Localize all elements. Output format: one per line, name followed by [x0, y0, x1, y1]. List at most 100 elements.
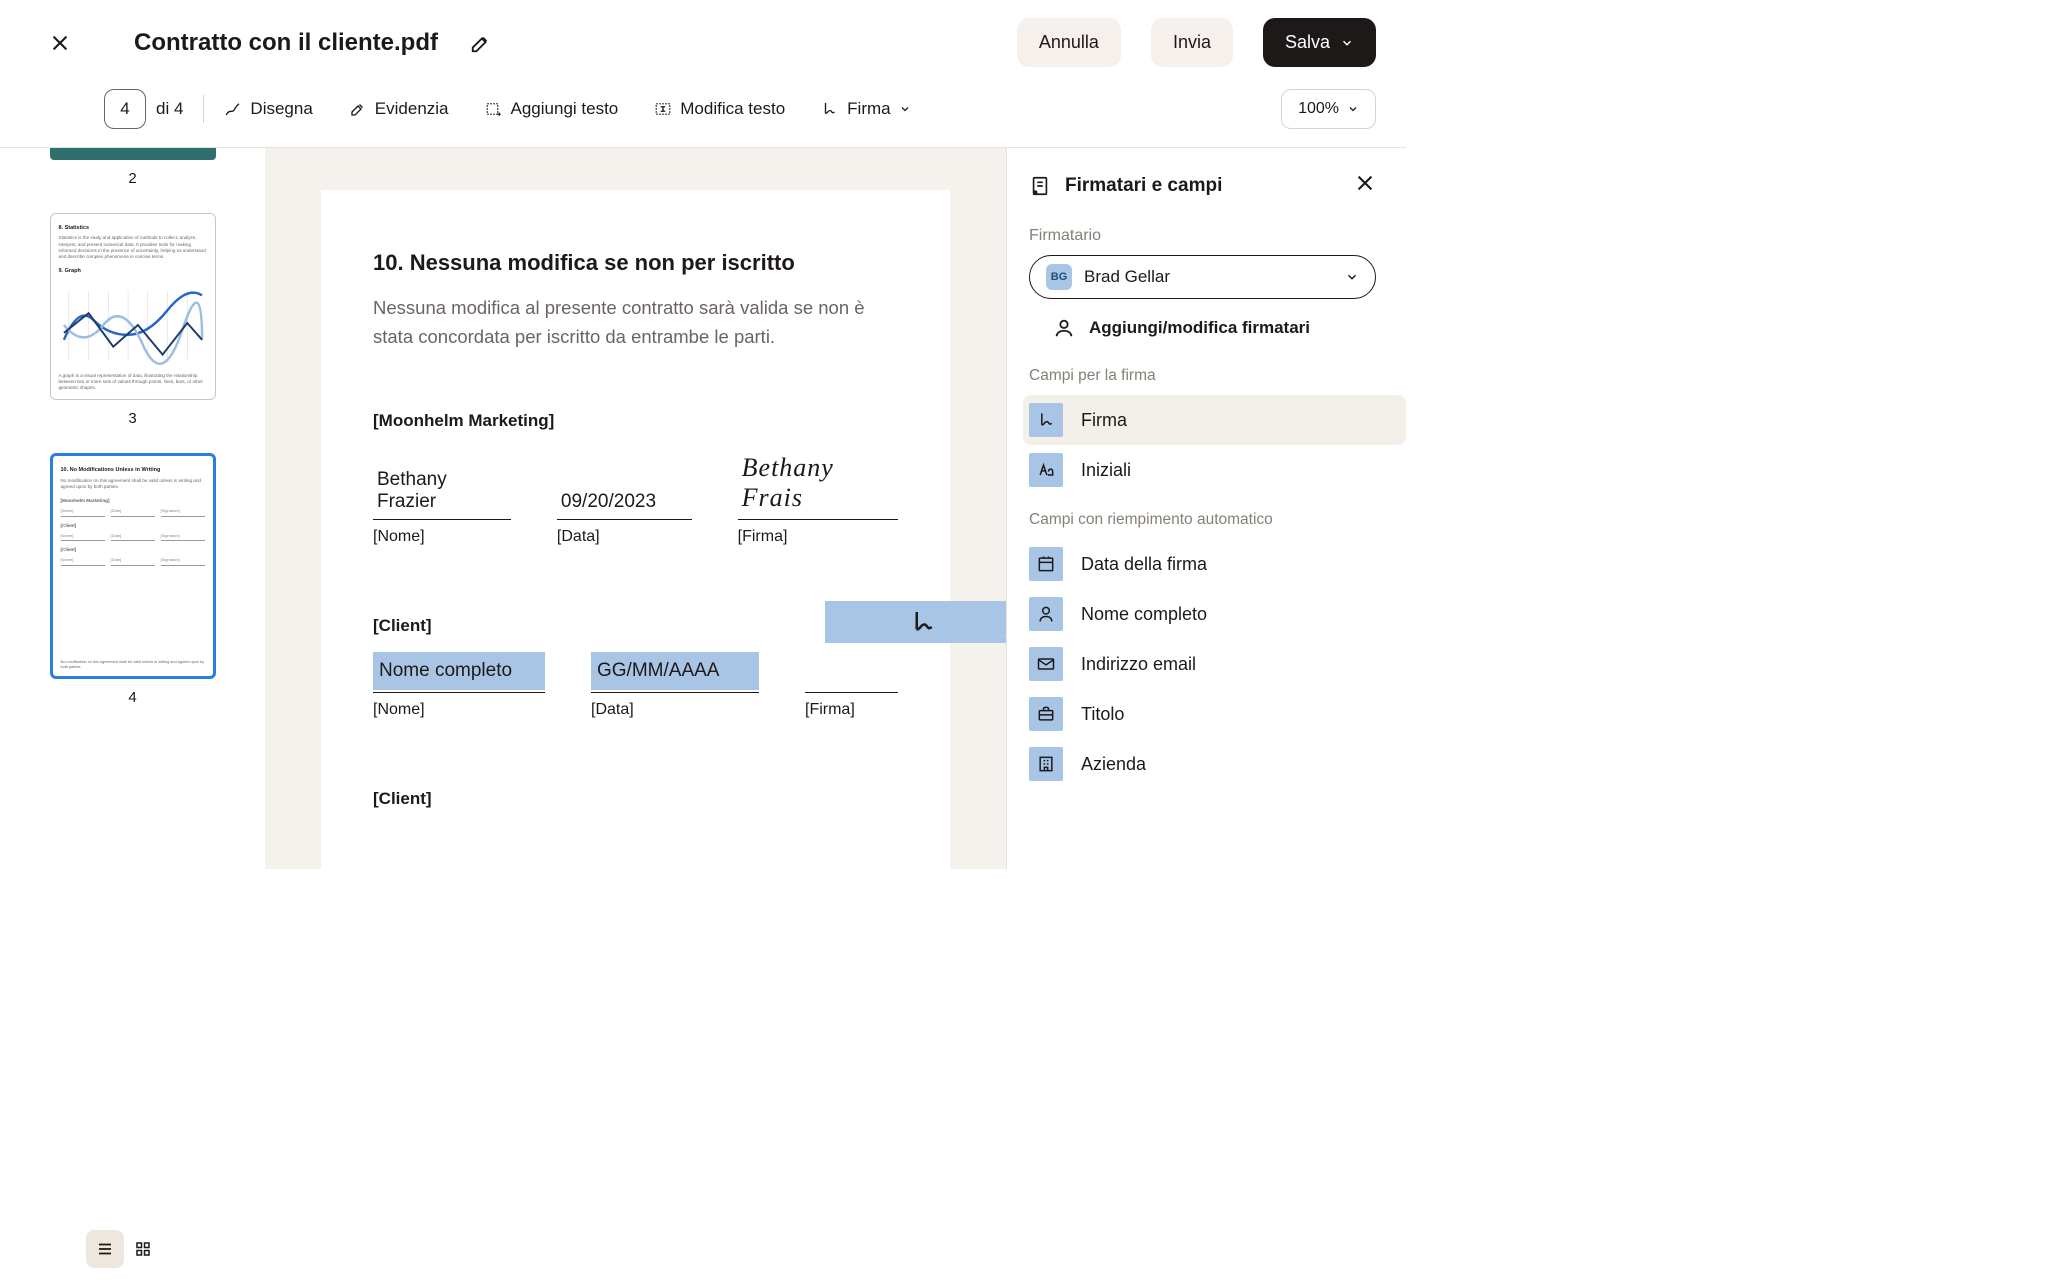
panel-close-button[interactable]	[1354, 172, 1376, 199]
document-title: Contratto con il cliente.pdf	[134, 29, 438, 57]
tool-sign[interactable]: Firma	[821, 99, 910, 119]
tool-sign-label: Firma	[847, 99, 890, 119]
thumb-text: No modification on this agreement shall …	[61, 478, 205, 490]
calendar-icon	[1029, 547, 1063, 581]
panel-title: Firmatari e campi	[1065, 175, 1340, 197]
tool-draw-label: Disegna	[250, 99, 312, 119]
party-label: [Moonhelm Marketing]	[373, 411, 898, 431]
chevron-down-icon	[899, 103, 911, 115]
field-label-name: [Nome]	[373, 528, 511, 546]
field-label-signature: [Firma]	[738, 528, 898, 546]
thumb-footer: No modification on this agreement shall …	[61, 660, 205, 670]
zoom-dropdown[interactable]: 100%	[1281, 89, 1376, 129]
field-company[interactable]: Azienda	[1029, 739, 1376, 789]
send-button[interactable]: Invia	[1151, 18, 1233, 67]
thumbnail-number: 3	[34, 410, 231, 427]
signer2-signature-field[interactable]	[825, 601, 1006, 643]
thumb-graph-icon	[59, 285, 207, 365]
signer-name: Brad Gellar	[1084, 267, 1333, 287]
field-label: Indirizzo email	[1081, 654, 1196, 675]
signer-avatar: BG	[1046, 264, 1072, 290]
tool-add-text[interactable]: Aggiungi testo	[485, 99, 619, 119]
view-list-button[interactable]	[86, 1230, 124, 1268]
field-email[interactable]: Indirizzo email	[1029, 639, 1376, 689]
tool-draw[interactable]: Disegna	[224, 99, 312, 119]
person-icon	[1029, 597, 1063, 631]
view-grid-button[interactable]	[124, 1230, 162, 1268]
thumbnail-number: 4	[34, 689, 231, 706]
field-label: Iniziali	[1081, 460, 1131, 481]
field-label-signature: [Firma]	[805, 701, 898, 719]
document-canvas[interactable]: 10. Nessuna modifica se non per iscritto…	[265, 148, 1006, 869]
separator	[203, 95, 204, 123]
add-edit-signers-button[interactable]: Aggiungi/modifica firmatari	[1053, 317, 1376, 339]
chevron-down-icon	[1345, 270, 1359, 284]
section-body: Nessuna modifica al presente contratto s…	[373, 294, 898, 351]
thumb-heading: 9. Graph	[59, 268, 207, 275]
thumbnail-page-3[interactable]: 8. Statistics Statistics is the study an…	[50, 213, 216, 400]
tool-add-text-label: Aggiungi testo	[511, 99, 619, 119]
signer2-signature-line[interactable]	[805, 659, 898, 693]
save-button[interactable]: Salva	[1263, 18, 1376, 67]
briefcase-icon	[1029, 697, 1063, 731]
edit-title-button[interactable]	[470, 32, 492, 54]
tool-highlight-label: Evidenzia	[375, 99, 449, 119]
building-icon	[1029, 747, 1063, 781]
document-page: 10. Nessuna modifica se non per iscritto…	[321, 190, 950, 869]
tool-highlight[interactable]: Evidenzia	[349, 99, 449, 119]
field-signature[interactable]: Firma	[1023, 395, 1406, 445]
user-icon	[1053, 317, 1075, 339]
add-text-icon	[485, 100, 503, 118]
field-label: Azienda	[1081, 754, 1146, 775]
edit-text-icon	[654, 100, 672, 118]
field-title[interactable]: Titolo	[1029, 689, 1376, 739]
field-label: Firma	[1081, 410, 1127, 431]
highlight-icon	[349, 100, 367, 118]
signer1-date: 09/20/2023	[557, 485, 692, 520]
party-label: [Client]	[373, 616, 898, 636]
field-label-date: [Data]	[591, 701, 759, 719]
signer-select[interactable]: BG Brad Gellar	[1029, 255, 1376, 299]
field-date-signed[interactable]: Data della firma	[1029, 539, 1376, 589]
thumb-text: Statistics is the study and application …	[59, 235, 207, 260]
tool-edit-text-label: Modifica testo	[680, 99, 785, 119]
signer-section-label: Firmatario	[1029, 227, 1376, 245]
signature-icon	[1029, 403, 1063, 437]
close-button[interactable]	[46, 29, 74, 57]
thumb-party: [Client]	[61, 547, 205, 553]
draw-icon	[224, 100, 242, 118]
signers-panel: Firmatari e campi Firmatario BG Brad Gel…	[1006, 148, 1406, 869]
cursor-icon	[1001, 633, 1006, 665]
sign-icon	[821, 100, 839, 118]
initials-icon	[1029, 453, 1063, 487]
field-full-name[interactable]: Nome completo	[1029, 589, 1376, 639]
add-edit-label: Aggiungi/modifica firmatari	[1089, 318, 1310, 338]
field-initials[interactable]: Iniziali	[1029, 445, 1376, 495]
signer2-date-field[interactable]: GG/MM/AAAA	[591, 652, 759, 690]
thumb-text: A graph is a visual representation of da…	[59, 373, 207, 392]
document-icon	[1029, 175, 1051, 197]
field-label: Data della firma	[1081, 554, 1207, 575]
field-label-name: [Nome]	[373, 701, 545, 719]
chevron-down-icon	[1340, 36, 1354, 50]
field-label-date: [Data]	[557, 528, 692, 546]
grid-icon	[134, 1240, 152, 1258]
signer2-name-field[interactable]: Nome completo	[373, 652, 545, 690]
list-icon	[96, 1240, 114, 1258]
field-group-auto: Campi con riempimento automatico	[1029, 511, 1376, 529]
section-title: 10. Nessuna modifica se non per iscritto	[373, 250, 898, 276]
page-input[interactable]: 4	[104, 89, 146, 129]
tool-edit-text[interactable]: Modifica testo	[654, 99, 785, 119]
zoom-label: 100%	[1298, 100, 1339, 118]
thumbnail-rail: 2 8. Statistics Statistics is the study …	[0, 148, 265, 869]
signer1-name: Bethany Frazier	[373, 463, 511, 520]
thumb-party: [Moonhelm Marketing]	[61, 498, 205, 504]
signature-icon	[908, 607, 938, 637]
thumbnail-page-2[interactable]	[50, 148, 216, 160]
cancel-button[interactable]: Annulla	[1017, 18, 1121, 67]
thumbnail-page-4[interactable]: 10. No Modifications Unless in Writing N…	[50, 453, 216, 679]
page-total-label: di 4	[156, 99, 183, 119]
thumb-party: [Client]	[61, 523, 205, 529]
field-label: Nome completo	[1081, 604, 1207, 625]
thumb-heading: 10. No Modifications Unless in Writing	[61, 467, 205, 474]
